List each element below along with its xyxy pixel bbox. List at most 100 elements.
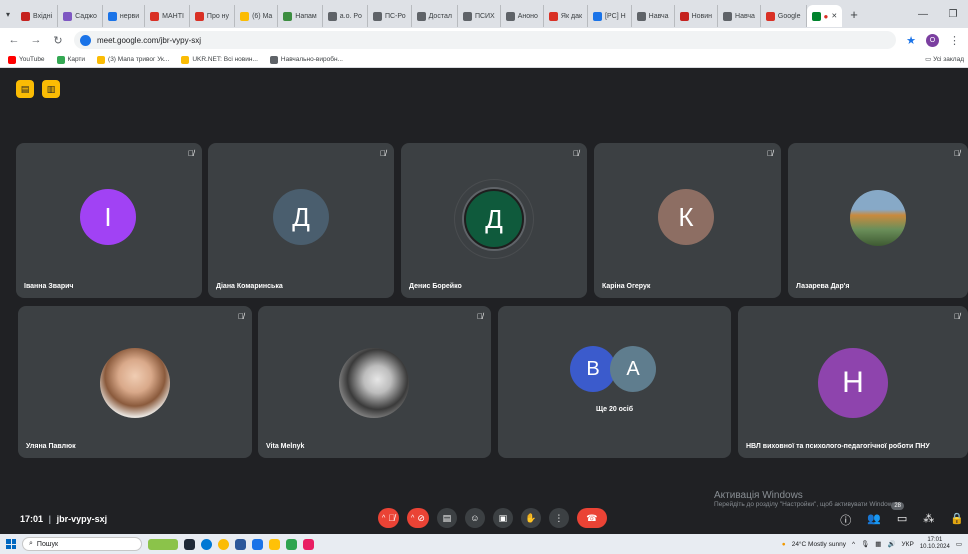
- mic-toggle-button[interactable]: ^ 🎙̸: [378, 508, 400, 528]
- avatar: Н: [818, 348, 888, 418]
- app-icon[interactable]: [303, 538, 314, 550]
- edge-icon[interactable]: [201, 538, 212, 550]
- windows-start-icon[interactable]: [6, 539, 16, 549]
- app-icon[interactable]: [286, 538, 297, 550]
- emoji-button[interactable]: ☺: [464, 508, 485, 528]
- participant-tile[interactable]: 🎙̸ Уляна Павлюк: [18, 306, 252, 458]
- search-icon: ⌕: [29, 540, 33, 547]
- bookmark-item[interactable]: (3) Мапа тривог Ук...: [97, 55, 169, 64]
- bookmark-item[interactable]: Навчально-виробн...: [269, 55, 343, 64]
- chevron-up-icon[interactable]: ^: [382, 515, 385, 522]
- all-bookmarks[interactable]: ▭ Усі заклад: [925, 55, 964, 63]
- maximize-button[interactable]: ❐: [938, 9, 968, 20]
- url-text: meet.google.com/jbr-vypy-sxj: [97, 35, 202, 45]
- volume-icon[interactable]: 🔊: [887, 540, 895, 548]
- participant-tile[interactable]: 🎙̸ І Іванна Зварич: [16, 143, 202, 298]
- close-tab-icon[interactable]: ✕: [831, 12, 837, 20]
- people-icon[interactable]: 👥: [867, 512, 881, 528]
- back-icon[interactable]: ←: [8, 34, 20, 46]
- participant-tile[interactable]: 🎙̸ Д Діана Комаринська: [208, 143, 394, 298]
- address-bar[interactable]: meet.google.com/jbr-vypy-sxj: [74, 31, 897, 49]
- muted-mic-icon: 🎙̸: [238, 312, 244, 321]
- hang-up-icon: ☎: [586, 512, 598, 523]
- app-icon[interactable]: [252, 538, 263, 550]
- browser-tab[interactable]: ПСИХ: [458, 5, 501, 27]
- tab-strip: ▾ Вхідні Саджо нерви МАНТІ Про ну (6) Ma Напам…: [0, 0, 968, 28]
- new-tab-button[interactable]: +: [842, 7, 866, 22]
- tab-label: Вхідні: [33, 12, 53, 20]
- taskbar-search[interactable]: ⌕ Пошук: [22, 537, 142, 551]
- browser-tab[interactable]: ПС-Ро: [368, 5, 412, 27]
- chat-icon[interactable]: ▭: [897, 512, 907, 528]
- more-options-button[interactable]: ⋮: [548, 508, 569, 528]
- meeting-details-icon[interactable]: ▤: [16, 80, 34, 98]
- info-icon[interactable]: ⓘ: [840, 512, 851, 528]
- explorer-icon[interactable]: [269, 538, 280, 550]
- browser-tab[interactable]: Достал: [412, 5, 458, 27]
- mic-tray-icon[interactable]: 🎙: [861, 540, 869, 548]
- browser-tab[interactable]: Як дак: [544, 5, 589, 27]
- browser-tab[interactable]: Саджо: [58, 5, 103, 27]
- browser-tab[interactable]: [PC] Н: [588, 5, 632, 27]
- browser-tab[interactable]: Google: [761, 5, 807, 27]
- meeting-info: 17:01 | jbr-vypy-sxj: [20, 514, 108, 524]
- raise-hand-button[interactable]: ✋: [520, 508, 541, 528]
- notifications-icon[interactable]: ▭: [956, 540, 962, 548]
- bookmarks-bar: YouTube Карти (3) Мапа тривог Ук... UKR.NET…: [0, 52, 968, 68]
- bookmark-star-icon[interactable]: ★: [906, 34, 916, 47]
- participant-tile[interactable]: 🎙̸ Vita Melnyk: [258, 306, 491, 458]
- tab-label: Навча: [735, 12, 755, 20]
- captions-button[interactable]: ▤: [436, 508, 457, 528]
- leave-call-button[interactable]: ☎: [576, 508, 607, 528]
- site-info-icon[interactable]: [80, 34, 91, 46]
- browser-tab[interactable]: Про ну: [190, 5, 236, 27]
- browser-tab[interactable]: Навча: [632, 5, 675, 27]
- chevron-up-icon[interactable]: ^: [411, 515, 414, 522]
- browser-tab[interactable]: Аноно: [501, 5, 544, 27]
- chrome-icon[interactable]: [218, 538, 229, 550]
- browser-tab[interactable]: Новин: [675, 5, 719, 27]
- bookmark-item[interactable]: UKR.NET: Всі новин...: [181, 55, 258, 64]
- captions-icon[interactable]: ▥: [42, 80, 60, 98]
- tab-favicon-icon: [21, 11, 31, 21]
- menu-icon[interactable]: ⋮: [949, 34, 960, 47]
- tray-chevron-icon[interactable]: ^: [852, 541, 855, 548]
- bookmark-item[interactable]: Карти: [56, 55, 85, 64]
- forward-icon[interactable]: →: [30, 34, 42, 46]
- participant-tile[interactable]: 🎙̸ Лазарева Дар'я: [788, 143, 968, 298]
- system-tray: ● 24°C Mostly sunny ^ 🎙 ▦ 🔊 УКР 17:01 10…: [782, 534, 962, 554]
- clock[interactable]: 17:01 10.10.2024: [920, 537, 950, 551]
- browser-tab[interactable]: Напам: [278, 5, 323, 27]
- participant-tile[interactable]: 🎙̸ К Каріна Огерук: [594, 143, 781, 298]
- task-view-icon[interactable]: [184, 538, 195, 550]
- bookmark-item[interactable]: YouTube: [8, 55, 45, 64]
- tab-active[interactable]: ● ✕: [806, 5, 843, 27]
- reload-icon[interactable]: ↻: [52, 34, 64, 47]
- participant-tile[interactable]: 🎙̸ Д Денис Борейко: [401, 143, 587, 298]
- others-tile[interactable]: В А Ще 20 осіб: [498, 306, 731, 458]
- avatar-initial: В: [586, 357, 600, 380]
- present-button[interactable]: ▣: [492, 508, 513, 528]
- browser-tab[interactable]: a.o. Po: [323, 5, 368, 27]
- minimize-button[interactable]: —: [908, 9, 938, 20]
- store-icon[interactable]: [235, 538, 246, 550]
- avatar-initial: К: [678, 201, 694, 232]
- browser-tab[interactable]: МАНТІ: [145, 5, 190, 27]
- camera-toggle-button[interactable]: ^ ⊘: [407, 508, 429, 528]
- browser-tab[interactable]: Навча: [718, 5, 761, 27]
- network-icon[interactable]: ▦: [875, 540, 881, 548]
- activities-icon[interactable]: ⁂: [923, 512, 934, 528]
- participant-tile[interactable]: 🎙̸ Н НВЛ виховної та психолого-педагогіч…: [738, 306, 968, 458]
- browser-tab[interactable]: (6) Ma: [235, 5, 279, 27]
- weather-text[interactable]: 24°C Mostly sunny: [792, 541, 846, 548]
- browser-tab[interactable]: нерви: [103, 5, 146, 27]
- language-indicator[interactable]: УКР: [902, 541, 914, 548]
- tab-search-icon[interactable]: ▾: [4, 10, 16, 19]
- browser-tab[interactable]: Вхідні: [16, 5, 59, 27]
- host-controls-icon[interactable]: 🔒: [950, 512, 964, 528]
- emoji-icon: ☺: [470, 513, 480, 523]
- profile-avatar[interactable]: O: [926, 33, 939, 47]
- participant-name: Каріна Огерук: [602, 283, 651, 290]
- taskbar-search-placeholder: Пошук: [36, 540, 59, 548]
- widget-image-icon[interactable]: [148, 538, 178, 550]
